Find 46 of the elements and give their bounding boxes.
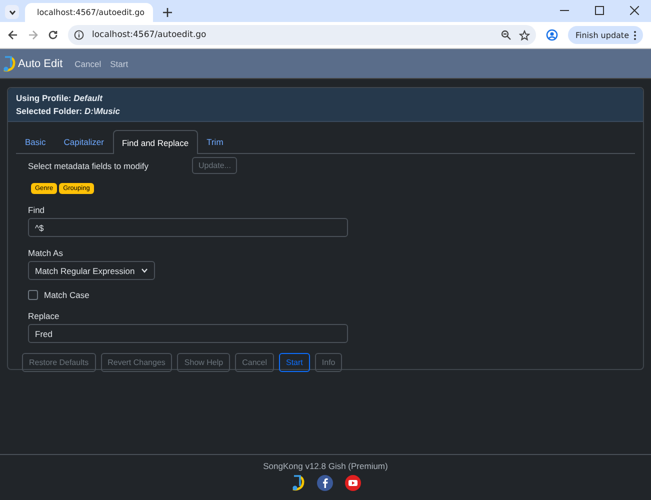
match-case-label: Match Case: [44, 290, 90, 300]
maximize-icon[interactable]: [595, 6, 604, 15]
zoom-icon[interactable]: [501, 30, 512, 40]
tab-list-button[interactable]: [5, 5, 19, 19]
reload-icon[interactable]: [48, 30, 58, 40]
profile-icon[interactable]: [546, 29, 558, 41]
replace-label: Replace: [28, 311, 60, 321]
nav-link[interactable]: Start: [110, 58, 128, 68]
tab[interactable]: Basic: [16, 130, 55, 153]
music-note-icon: [2, 56, 16, 72]
nav-link[interactable]: Cancel: [74, 58, 102, 68]
video-icon[interactable]: [344, 475, 360, 491]
new-tab-icon[interactable]: [163, 8, 172, 17]
action-button[interactable]: Start: [279, 353, 310, 372]
action-button[interactable]: Show Help: [177, 353, 230, 372]
address-bar[interactable]: localhost:4567/autoedit.go: [68, 25, 536, 45]
profile-text: Using Profile: Default: [16, 93, 104, 103]
chevron-icon: [8, 10, 16, 14]
action-button[interactable]: Restore Defaults: [22, 353, 96, 372]
replace-field[interactable]: Fred: [28, 324, 348, 343]
browser-tab[interactable]: localhost:4567/autoedit.go: [25, 3, 153, 22]
music-note-icon: [290, 475, 304, 491]
finish-update-button[interactable]: Finish update: [568, 26, 643, 44]
tab[interactable]: Find and Replace: [112, 130, 198, 154]
action-button[interactable]: Info: [314, 353, 342, 372]
tab[interactable]: Trim: [198, 130, 232, 153]
tab[interactable]: Capitalizer: [54, 130, 113, 153]
tab-title: localhost:4567/autoedit.go: [37, 8, 145, 17]
version-text: SongKong v12.8 Gish (Premium): [263, 461, 388, 471]
find-label: Find: [28, 205, 46, 215]
info-icon[interactable]: [74, 30, 84, 40]
close-icon[interactable]: [630, 6, 639, 15]
fields-label: Select metadata fields to modify: [28, 160, 148, 170]
match-as-dropdown[interactable]: Match Regular Expression: [28, 261, 155, 280]
facebook-icon[interactable]: [316, 475, 332, 491]
chevron-icon: [140, 268, 148, 273]
app-title: Auto Edit: [18, 58, 63, 70]
star-icon[interactable]: [519, 30, 530, 40]
find-field[interactable]: ^$: [28, 218, 348, 237]
match-as-label: Match As: [28, 248, 64, 258]
action-button[interactable]: Revert Changes: [100, 353, 172, 372]
folder-text: Selected Folder: D:\Music: [16, 106, 121, 116]
action-button[interactable]: Cancel: [235, 353, 274, 372]
back-icon[interactable]: [8, 30, 18, 40]
url-text: localhost:4567/autoedit.go: [92, 30, 208, 40]
match-case-checkbox[interactable]: [28, 290, 38, 300]
